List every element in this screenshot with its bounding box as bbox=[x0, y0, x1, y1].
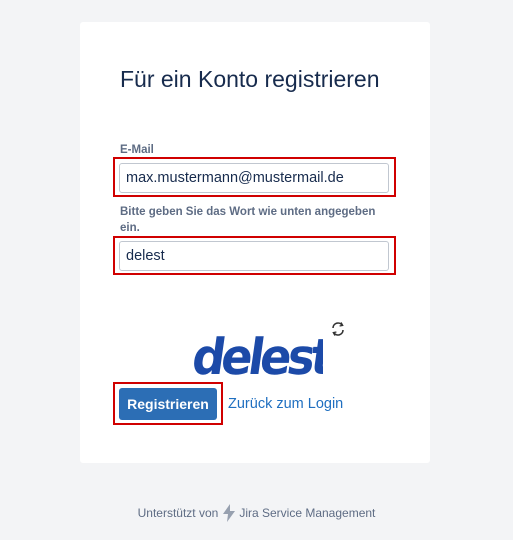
footer-product: Jira Service Management bbox=[239, 506, 376, 520]
page-title: Für ein Konto registrieren bbox=[120, 66, 380, 92]
footer-prefix: Unterstützt von bbox=[137, 506, 219, 520]
refresh-icon[interactable] bbox=[330, 321, 346, 337]
footer: Unterstützt von Jira Service Management bbox=[0, 504, 513, 522]
email-label: E-Mail bbox=[120, 144, 154, 156]
back-to-login-link[interactable]: Zurück zum Login bbox=[228, 395, 343, 413]
lightning-bolt-icon bbox=[223, 504, 236, 522]
captcha-input[interactable] bbox=[119, 241, 389, 271]
register-button[interactable]: Registrieren bbox=[119, 388, 217, 420]
captcha-label: Bitte geben Sie das Wort wie unten angeg… bbox=[120, 206, 376, 234]
captcha-word: delest bbox=[189, 329, 323, 378]
captcha-image: delest bbox=[189, 329, 323, 378]
email-input[interactable] bbox=[119, 163, 389, 193]
